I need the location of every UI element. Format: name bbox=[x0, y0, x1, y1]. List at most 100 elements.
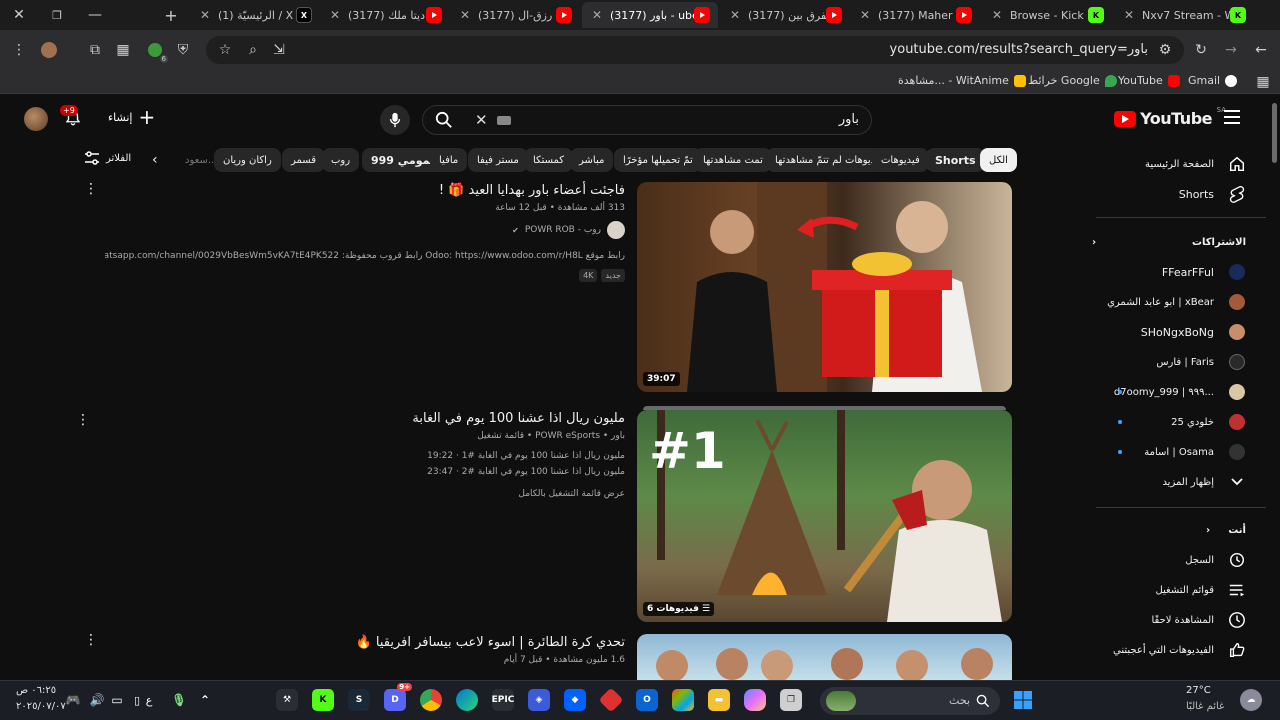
sidebar-item-subscription[interactable]: فارس | Faris bbox=[1096, 349, 1246, 375]
app-icon[interactable]: ◈ bbox=[528, 689, 550, 711]
copilot-icon[interactable] bbox=[744, 689, 766, 711]
sidebar-item-subscription[interactable]: خلودي 25 bbox=[1096, 409, 1246, 435]
search-icon[interactable] bbox=[435, 111, 453, 133]
channel-info[interactable]: روب - POWR ROB ✔ bbox=[105, 221, 625, 239]
clock-date[interactable]: ٢٠٢٥/٠٧/٠٧ bbox=[16, 701, 66, 712]
network-icon[interactable]: ▭ bbox=[106, 689, 128, 711]
edge-icon[interactable] bbox=[456, 689, 478, 711]
scrollbar-thumb[interactable] bbox=[1272, 103, 1277, 163]
kick-app-icon[interactable]: K bbox=[312, 689, 334, 711]
app-red-diamond-icon[interactable] bbox=[598, 687, 624, 713]
sidebar-item-home[interactable]: الصفحة الرئيسية bbox=[1096, 151, 1246, 177]
all-bookmarks-icon[interactable]: ▦ bbox=[1252, 71, 1274, 93]
chip-mister-fifa[interactable]: مستر فيفا bbox=[468, 148, 528, 172]
tab-close-icon[interactable]: ✕ bbox=[858, 8, 872, 22]
bookmark-witanime[interactable]: مشاهدة... - WitAnime bbox=[898, 74, 1026, 87]
epic-games-icon[interactable]: EPIC bbox=[492, 689, 514, 711]
install-app-icon[interactable]: ⇲ bbox=[268, 39, 290, 61]
steam-icon[interactable]: S bbox=[348, 689, 370, 711]
video-title[interactable]: فاجئت أعضاء باور بهدايا العيد 🎁 ! bbox=[105, 182, 625, 200]
bookmark-youtube[interactable]: YouTube bbox=[1118, 74, 1180, 87]
chip-live[interactable]: مباشر bbox=[570, 148, 614, 172]
zoom-icon[interactable]: ⌕ bbox=[242, 39, 264, 61]
chevron-up-icon[interactable]: ⌃ bbox=[194, 689, 216, 711]
address-bar[interactable]: ☆ ⌕ ⇲ youtube.com/results?search_query=ب… bbox=[206, 36, 1184, 64]
tab-close-icon[interactable]: ✕ bbox=[1122, 8, 1136, 22]
weather-icon[interactable]: ☁ bbox=[1240, 689, 1262, 711]
sidebar-item-watch-later[interactable]: المشاهدة لاحقًا bbox=[1096, 607, 1246, 633]
adblock-shield-icon[interactable]: ⛨ bbox=[172, 39, 194, 61]
sidebar-item-shorts[interactable]: Shorts bbox=[1096, 181, 1246, 207]
playlist-channel-line[interactable]: باور • POWR eSports • قائمة تشغيل bbox=[105, 431, 625, 441]
extension-panel-icon[interactable]: ▦ bbox=[112, 39, 134, 61]
create-button[interactable]: إنشاء + bbox=[108, 107, 155, 127]
chrome-icon[interactable] bbox=[420, 689, 442, 711]
app-tools-icon[interactable]: ⚒ bbox=[276, 689, 298, 711]
chip-shorts[interactable]: Shorts bbox=[926, 148, 985, 172]
minimize-window-icon[interactable]: — bbox=[84, 4, 106, 26]
back-icon[interactable]: ← bbox=[1250, 39, 1272, 61]
chevron-left-icon[interactable]: ‹ bbox=[152, 152, 158, 168]
chip-recently-uploaded[interactable]: تمّ تحميلها مؤخرًا bbox=[614, 148, 702, 172]
search-input[interactable]: باور bbox=[839, 112, 859, 127]
chip-mafia[interactable]: مافيا bbox=[430, 148, 468, 172]
sidebar-item-playlists[interactable]: قوائم التشغيل bbox=[1096, 577, 1246, 603]
keyboard-icon[interactable] bbox=[497, 116, 511, 125]
sidebar-item-liked-videos[interactable]: الفيديوهات التي أعجبتني bbox=[1096, 637, 1246, 663]
tab-close-icon[interactable]: ✕ bbox=[590, 8, 604, 22]
input-language[interactable]: ع bbox=[138, 689, 160, 711]
tab-yt-2[interactable]: ✕ (3177) رشا رزق-ال... bbox=[450, 2, 580, 28]
more-actions-icon[interactable]: ⋮ bbox=[76, 412, 90, 428]
weather-description[interactable]: غائم غالبًا bbox=[1186, 701, 1224, 712]
new-tab-icon[interactable]: + bbox=[160, 4, 182, 26]
sidebar-item-subscription[interactable]: ابو عابد الشمري | xBear bbox=[1096, 289, 1246, 315]
tab-close-icon[interactable]: ✕ bbox=[728, 8, 742, 22]
channel-avatar[interactable] bbox=[607, 221, 625, 239]
tab-close-icon[interactable]: ✕ bbox=[990, 8, 1004, 22]
discord-icon[interactable]: D 9+ bbox=[384, 683, 412, 711]
taskbar-search[interactable]: بحث bbox=[820, 687, 1000, 715]
search-box[interactable]: ✕ باور bbox=[422, 105, 872, 135]
more-actions-icon[interactable]: ⋮ bbox=[84, 181, 98, 197]
sidebar-item-subscription[interactable]: FFearFFul bbox=[1096, 259, 1246, 285]
tab-close-icon[interactable]: ✕ bbox=[458, 8, 472, 22]
more-actions-icon[interactable]: ⋮ bbox=[84, 632, 98, 648]
video-thumbnail[interactable]: 39:07 bbox=[637, 182, 1012, 392]
clear-search-icon[interactable]: ✕ bbox=[475, 111, 488, 129]
forward-icon[interactable]: → bbox=[1220, 39, 1242, 61]
volume-icon[interactable]: 🔊 bbox=[86, 689, 108, 711]
tab-x[interactable]: ✕ (1) الرئيسيّة / X X bbox=[190, 2, 320, 28]
microsoft-store-icon[interactable] bbox=[672, 689, 694, 711]
subscriptions-header[interactable]: الاشتراكات › bbox=[1092, 229, 1246, 255]
clock-time[interactable]: ٠٦:٢٥ ص bbox=[16, 685, 56, 696]
playlist-item[interactable]: مليون ريال اذا عشنا 100 يوم في الغابة #2… bbox=[105, 467, 625, 477]
chip-rakan[interactable]: راكان وريان bbox=[214, 148, 281, 172]
chip-kamsatka[interactable]: كمستكا bbox=[524, 148, 574, 172]
dropbox-icon[interactable]: ◆ bbox=[564, 689, 586, 711]
profile-avatar-icon[interactable] bbox=[38, 39, 60, 61]
chip-rob[interactable]: روب bbox=[322, 148, 360, 172]
task-view-icon[interactable]: ❐ bbox=[780, 689, 802, 711]
extensions-icon[interactable]: ⧉ bbox=[84, 39, 106, 61]
sidebar-item-subscription[interactable]: اسامة | Osama bbox=[1096, 439, 1246, 465]
video-thumbnail[interactable] bbox=[637, 634, 1012, 680]
tab-yt-4[interactable]: ✕ (3177) الفرق بين bbox=[720, 2, 850, 28]
chip-watched[interactable]: تمت مشاهدتها bbox=[694, 148, 772, 172]
account-avatar[interactable] bbox=[24, 107, 48, 131]
site-settings-icon[interactable]: ⚙ bbox=[1154, 39, 1176, 61]
notifications-button[interactable]: +9 bbox=[60, 105, 82, 131]
page-scrollbar[interactable] bbox=[1270, 95, 1280, 680]
playlist-thumbnail[interactable]: #1 6 فيديوهات ☰ bbox=[637, 410, 1012, 622]
microphone-tray-icon[interactable]: 🎙 bbox=[168, 689, 190, 711]
voice-search-button[interactable] bbox=[380, 105, 410, 135]
view-full-playlist-link[interactable]: عرض قائمة التشغيل بالكامل bbox=[105, 489, 625, 499]
bookmark-star-icon[interactable]: ☆ bbox=[214, 39, 236, 61]
tab-close-icon[interactable]: ✕ bbox=[198, 8, 212, 22]
menu-dots-icon[interactable]: ⋮ bbox=[8, 39, 30, 61]
weather-temperature[interactable]: 27°C bbox=[1186, 685, 1211, 696]
bookmark-maps[interactable]: خرائط Google bbox=[1028, 74, 1117, 87]
youtube-logo[interactable]: YouTube SA bbox=[1114, 106, 1226, 128]
restore-window-icon[interactable]: ❐ bbox=[46, 4, 68, 26]
you-header[interactable]: أنت › bbox=[1096, 517, 1246, 543]
tab-yt-1[interactable]: ✕ (3177) ناديتا ملك... bbox=[320, 2, 450, 28]
